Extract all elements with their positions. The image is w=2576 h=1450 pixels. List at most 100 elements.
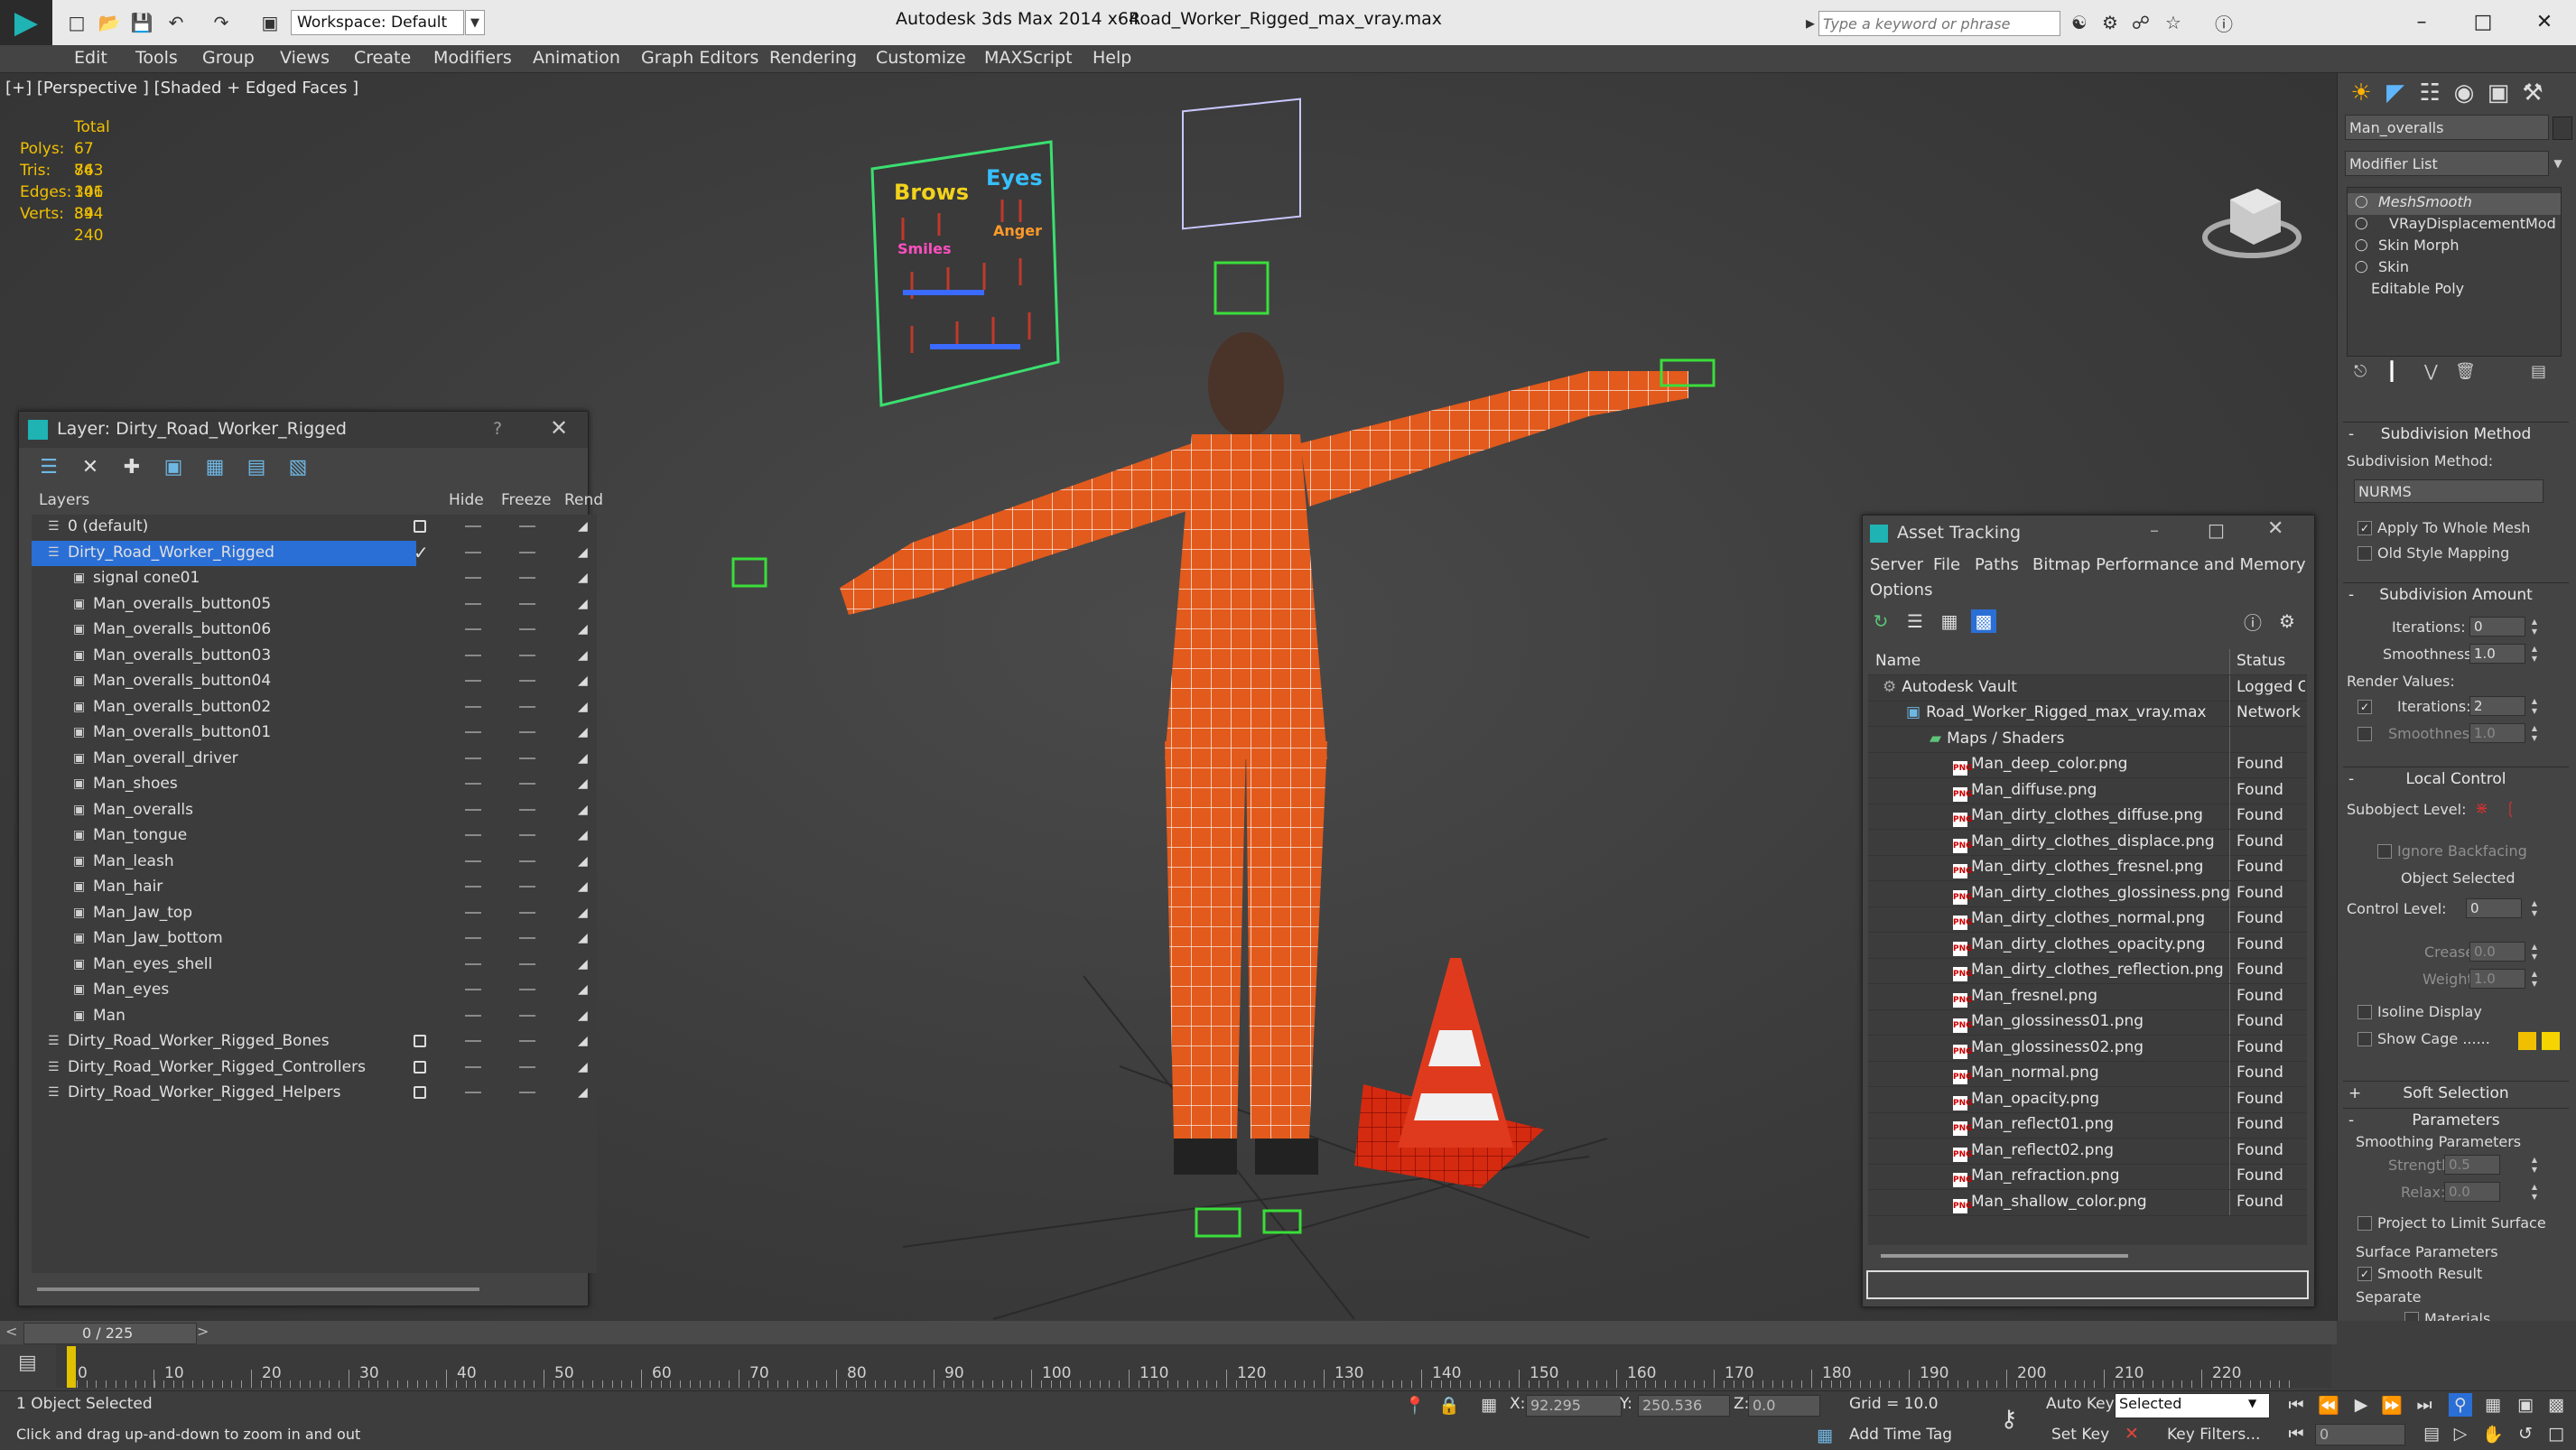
chevron-down-icon[interactable]: ▼ [465, 10, 485, 35]
ignore-backfacing-checkbox[interactable] [2377, 844, 2392, 859]
render-teapot-icon[interactable]: ◢ [578, 701, 591, 713]
close-icon[interactable]: ✕ [550, 415, 568, 441]
menu-rendering[interactable]: Rendering [769, 48, 857, 68]
render-teapot-icon[interactable]: ◢ [578, 932, 591, 944]
project-limit-checkbox[interactable] [2357, 1216, 2372, 1231]
render-teapot-icon[interactable]: ◢ [578, 777, 591, 790]
time-tag-icon[interactable]: ▦ [1813, 1424, 1837, 1447]
orbit-icon[interactable]: ↺ [2514, 1422, 2537, 1445]
smoothness-spinner-icon[interactable]: ▲ ▼ [2529, 644, 2540, 664]
render-teapot-icon[interactable]: ◢ [578, 906, 591, 919]
layer-object-row[interactable]: ▣ Man_tongue ◢ [32, 823, 597, 849]
menu-animation[interactable]: Animation [533, 48, 620, 68]
hide-toggle[interactable] [465, 551, 481, 553]
freeze-toggle[interactable] [519, 783, 535, 785]
zoom-extents-icon[interactable]: ▣ [2514, 1393, 2537, 1417]
render-smoothness-input[interactable]: 1.0 [2469, 723, 2525, 743]
close-icon[interactable]: ✕ [2267, 517, 2283, 540]
crease-input[interactable]: 0.0 [2469, 942, 2525, 962]
asset-row[interactable]: PNGMan_glossiness01.png Found [1868, 1009, 2307, 1036]
close-icon[interactable]: ✕ [2525, 5, 2564, 38]
chevron-down-icon[interactable]: ▼ [2549, 153, 2567, 174]
auto-key-button[interactable]: Auto Key [2046, 1395, 2115, 1413]
layer-list[interactable]: ☰ 0 (default) ◢ ☰ Dirty_Road_Worker_Rigged ✓ ◢… [32, 515, 597, 1273]
minimize-icon[interactable]: – [2150, 519, 2159, 541]
field-of-view-icon[interactable]: ▷ [2449, 1422, 2472, 1445]
menu-edit[interactable]: Edit [74, 48, 107, 68]
asset-row[interactable]: PNGMan_reflect01.png Found [1868, 1112, 2307, 1139]
select-objects-icon[interactable]: ▣ [160, 455, 187, 479]
layer-object-row[interactable]: ▣ Man_overalls_button03 ◢ [32, 644, 597, 669]
layer-row[interactable]: ☰ Dirty_Road_Worker_Rigged ✓ ◢ [32, 540, 588, 566]
subdivision-method-dropdown[interactable]: NURMS [2354, 479, 2543, 503]
menu-modifiers[interactable]: Modifiers [433, 48, 512, 68]
current-layer-toggle[interactable]: ✓ [414, 544, 429, 562]
weight-spinner-icon[interactable]: ▲ ▼ [2529, 969, 2540, 989]
layer-object-row[interactable]: ▣ Man_overalls_button05 ◢ [32, 592, 597, 618]
configure-sets-icon[interactable]: ▤ [2531, 362, 2546, 381]
render-teapot-icon[interactable]: ◢ [578, 1009, 591, 1022]
layer-object-row[interactable]: ▣ Man_overalls_button02 ◢ [32, 695, 597, 720]
asset-menu-options[interactable]: Options [1870, 581, 1932, 600]
render-teapot-icon[interactable]: ◢ [578, 983, 591, 996]
relax-input[interactable]: 0.0 [2444, 1182, 2500, 1202]
asset-row[interactable]: PNGMan_opacity.png Found [1868, 1086, 2307, 1113]
hide-toggle[interactable] [465, 705, 481, 708]
add-time-tag-button[interactable]: Add Time Tag [1849, 1426, 1952, 1444]
zoom-icon[interactable]: ⚲ [2449, 1393, 2472, 1417]
make-unique-icon[interactable]: ⋁ [2424, 362, 2438, 381]
list-view-icon[interactable]: ☰ [1902, 609, 1928, 633]
freeze-toggle[interactable] [519, 577, 535, 579]
time-next-icon[interactable]: > [197, 1323, 209, 1340]
hide-toggle[interactable] [465, 1092, 481, 1093]
hide-toggle[interactable] [465, 680, 481, 682]
x-coordinate-input[interactable]: 92.295 [1526, 1395, 1622, 1417]
asset-row[interactable]: PNGMan_dirty_clothes_displace.png Found [1868, 829, 2307, 856]
new-file-icon[interactable]: □ [65, 11, 88, 34]
hierarchy-tab-icon[interactable]: ☷ [2413, 77, 2446, 109]
freeze-toggle[interactable] [519, 989, 535, 990]
asset-row[interactable]: ⚙ Autodesk Vault Logged O [1868, 674, 2307, 702]
layer-object-row[interactable]: ▣ Man ◢ [32, 1004, 597, 1029]
layer-object-row[interactable]: ▣ Man_shoes ◢ [32, 772, 597, 797]
freeze-toggle[interactable] [519, 808, 535, 811]
asset-row[interactable]: PNGMan_glossiness02.png Found [1868, 1035, 2307, 1062]
render-teapot-icon[interactable]: ◢ [578, 752, 591, 765]
hide-toggle[interactable] [465, 989, 481, 990]
render-iterations-spinner-icon[interactable]: ▲ ▼ [2529, 696, 2540, 716]
render-teapot-icon[interactable]: ◢ [578, 958, 591, 971]
strength-spinner-icon[interactable]: ▲ ▼ [2529, 1155, 2540, 1175]
hide-toggle[interactable] [465, 783, 481, 785]
search-box[interactable] [1818, 11, 2060, 36]
help-icon[interactable]: ⓘ [2212, 11, 2236, 35]
settings-icon[interactable]: ⚙ [2274, 609, 2300, 633]
hide-toggle[interactable] [465, 731, 481, 733]
asset-row[interactable]: PNGMan_normal.png Found [1868, 1061, 2307, 1087]
current-layer-toggle[interactable] [414, 520, 426, 533]
set-key-mode-icon[interactable]: ✕ [2120, 1422, 2144, 1445]
relax-spinner-icon[interactable]: ▲ ▼ [2529, 1182, 2540, 1202]
asset-row[interactable]: ▣ Road_Worker_Rigged_max_vray.max Network … [1868, 701, 2307, 727]
cage-color-swatch-2[interactable] [2542, 1032, 2560, 1050]
menu-tools[interactable]: Tools [135, 48, 178, 68]
maximize-icon[interactable]: □ [2463, 5, 2503, 38]
render-teapot-icon[interactable]: ◢ [578, 572, 591, 584]
asset-row[interactable]: PNGMan_reflect02.png Found [1868, 1138, 2307, 1165]
hide-toggle[interactable] [465, 757, 481, 759]
layer-object-row[interactable]: ▣ Man_overalls ◢ [32, 798, 597, 823]
key-icon[interactable]: ⚷ [1997, 1406, 2021, 1433]
freeze-toggle[interactable] [519, 705, 535, 708]
freeze-toggle[interactable] [519, 654, 535, 656]
render-smoothness-spinner-icon[interactable]: ▲ ▼ [2529, 723, 2540, 743]
key-filters-button[interactable]: Key Filters... [2167, 1426, 2260, 1444]
render-teapot-icon[interactable]: ◢ [578, 804, 591, 816]
render-teapot-icon[interactable]: ◢ [578, 726, 591, 739]
column-freeze[interactable]: Freeze [501, 491, 551, 509]
render-teapot-icon[interactable]: ◢ [578, 674, 591, 687]
layer-list-scrollbar[interactable] [37, 1287, 479, 1291]
asset-table[interactable]: Name Status ⚙ Autodesk Vault Logged O ▣ Road… [1868, 649, 2307, 1245]
asset-row[interactable]: PNGMan_dirty_clothes_opacity.png Found [1868, 932, 2307, 959]
asset-menu-paths[interactable]: Paths [1975, 555, 2019, 574]
isoline-display-checkbox[interactable] [2357, 1005, 2372, 1019]
layer-panel-help-button[interactable]: ? [493, 419, 502, 439]
